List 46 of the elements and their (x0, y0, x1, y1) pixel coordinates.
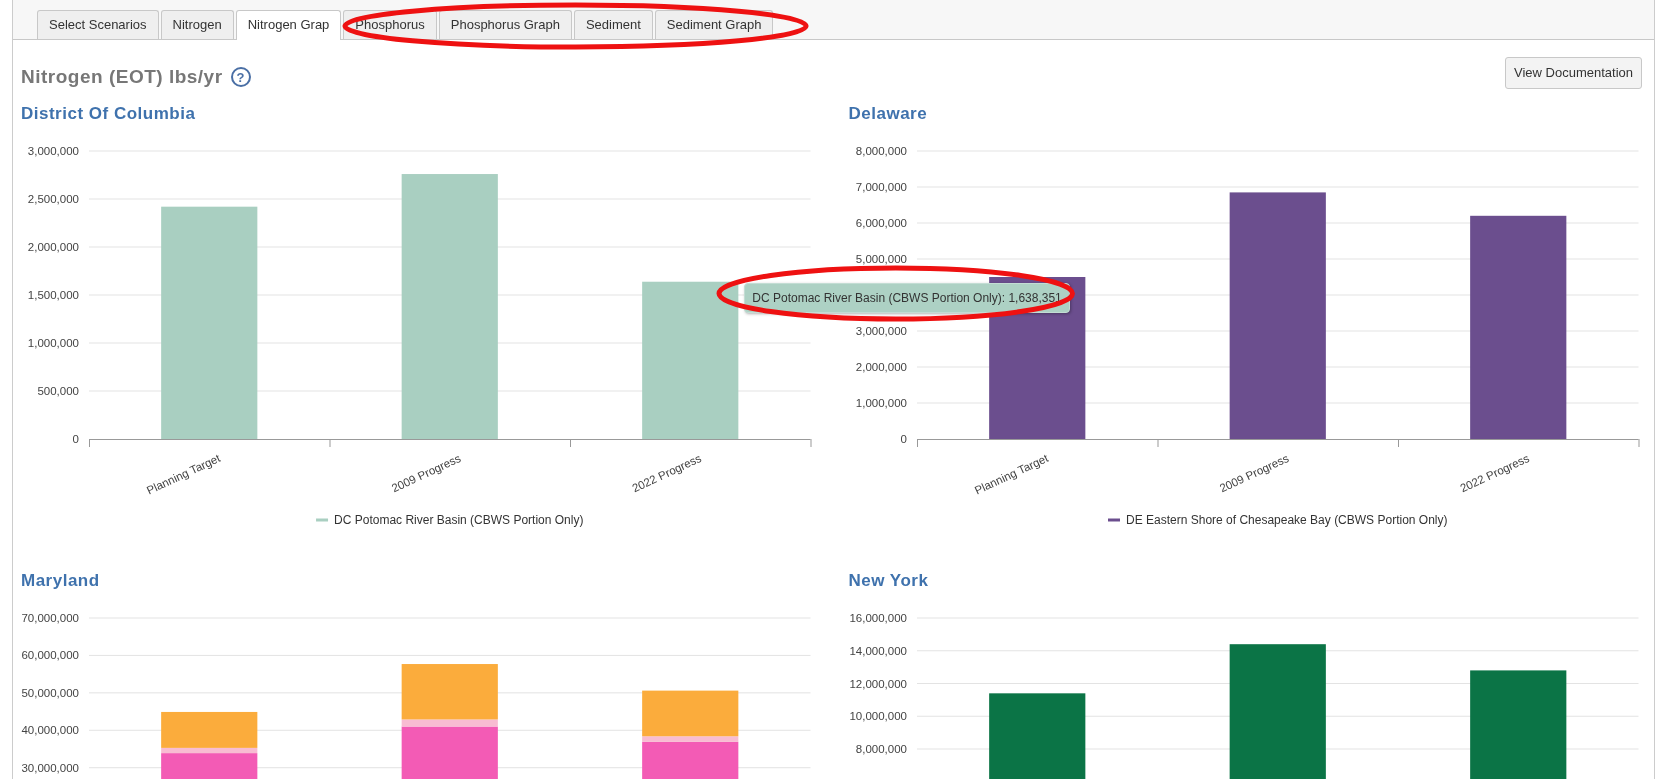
y-tick-label: 60,000,000 (21, 649, 79, 662)
y-tick-label: 1,000,000 (27, 337, 79, 349)
y-tick-label: 12,000,000 (848, 677, 907, 690)
legend-label[interactable]: DC Potomac River Basin (CBWS Portion Only) (334, 513, 584, 527)
y-tick-label: 8,000,000 (855, 145, 907, 157)
y-tick-label: 5,000,000 (855, 253, 907, 265)
y-tick-label: 3,000,000 (855, 325, 907, 337)
tab[interactable]: Sediment (573, 10, 653, 39)
page-title: Nitrogen (EOT) lbs/yr (21, 65, 223, 89)
bar[interactable] (642, 741, 739, 779)
chart-title: Maryland (21, 570, 101, 592)
chart-title: New York (848, 570, 930, 592)
legend-swatch (316, 518, 329, 522)
help-icon[interactable]: ? (230, 67, 251, 87)
legend-label[interactable]: DE Eastern Shore of Chesapeake Bay (CBWS Portion Only) (1125, 513, 1447, 527)
y-tick-label: 0 (72, 433, 79, 445)
y-tick-label: 1,000,000 (855, 397, 907, 409)
y-tick-label: 16,000,000 (848, 612, 907, 624)
tab[interactable]: Select Scenarios (37, 10, 159, 39)
y-tick-label: 40,000,000 (21, 724, 79, 737)
y-tick-label: 70,000,000 (21, 612, 79, 624)
y-tick-label: 0 (900, 433, 907, 445)
y-tick-label: 2,500,000 (27, 193, 79, 205)
y-tick-label: 7,000,000 (855, 181, 907, 193)
bar[interactable] (401, 726, 498, 779)
bar[interactable] (988, 693, 1085, 779)
y-tick-label: 1,500,000 (27, 289, 79, 301)
legend-swatch (1107, 518, 1120, 522)
tab[interactable]: Phosphorus Graph (438, 10, 572, 39)
tooltip: DC Potomac River Basin (CBWS Portion Only): 1,638,351 (744, 282, 1070, 313)
y-tick-label: 30,000,000 (21, 761, 79, 774)
y-tick-label: 50,000,000 (21, 686, 79, 699)
view-documentation-button[interactable]: View Documentation (1505, 57, 1642, 89)
y-tick-label: 8,000,000 (855, 743, 907, 755)
y-tick-label: 3,000,000 (27, 145, 79, 157)
y-tick-label: 2,000,000 (27, 241, 79, 253)
chart-title: Delaware (848, 103, 929, 125)
tab[interactable]: Nitrogen Grap (235, 10, 342, 40)
y-tick-label: 2,000,000 (855, 361, 907, 373)
chart-title: District Of Columbia (21, 103, 197, 125)
y-tick-label: 6,000,000 (855, 217, 907, 229)
bar[interactable] (161, 711, 258, 748)
y-tick-label: 500,000 (37, 385, 79, 397)
y-tick-label: 14,000,000 (848, 644, 907, 657)
y-tick-label: 10,000,000 (848, 710, 907, 723)
tab[interactable]: Nitrogen (160, 10, 234, 39)
